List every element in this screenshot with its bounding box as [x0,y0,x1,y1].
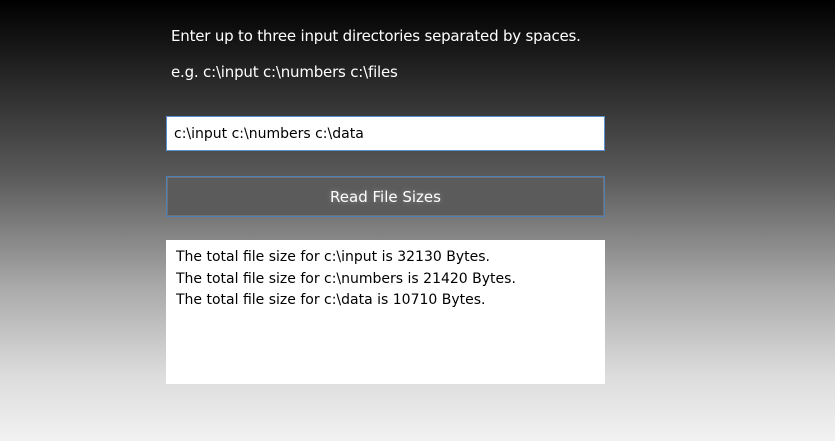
directories-input[interactable] [166,116,605,151]
result-line: The total file size for c:\data is 10710… [176,292,486,308]
instruction-text: Enter up to three input directories sepa… [171,27,581,45]
result-line: The total file size for c:\input is 3213… [176,249,490,265]
result-line: The total file size for c:\numbers is 21… [176,270,516,287]
read-file-sizes-button[interactable]: Read File Sizes [166,176,605,217]
example-text: e.g. c:\input c:\numbers c:\files [171,63,398,81]
results-output: The total file size for c:\input is 3213… [166,240,605,384]
